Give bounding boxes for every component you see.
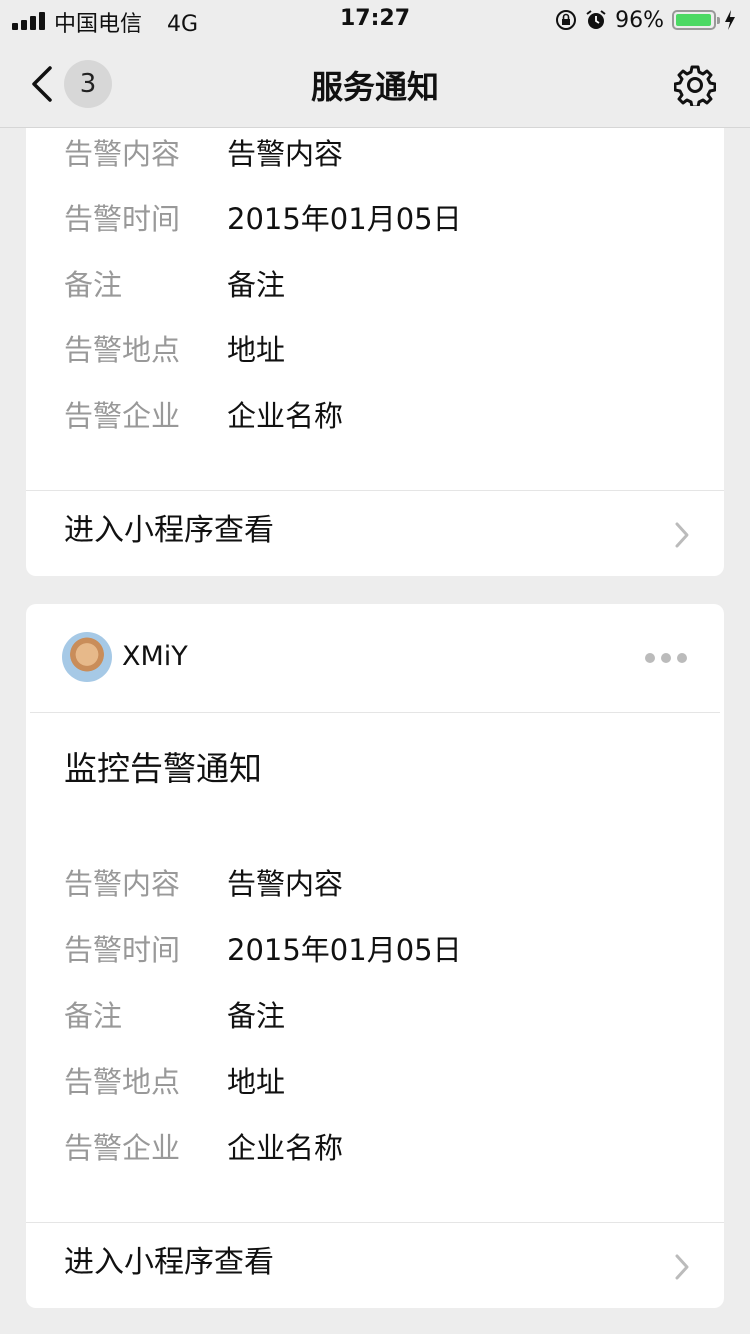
battery-fill: [676, 14, 711, 26]
field-value: 2015年01月05日: [227, 202, 462, 236]
field-label: 告警地点: [64, 333, 181, 367]
field-value: 地址: [227, 1065, 286, 1099]
open-mini-program-link[interactable]: 进入小程序查看: [26, 1223, 724, 1308]
notice-title: 监控告警通知: [64, 749, 262, 788]
field-label: 告警内容: [64, 867, 181, 901]
link-label: 进入小程序查看: [64, 513, 274, 548]
field-label: 备注: [64, 999, 123, 1033]
field-label: 告警地点: [64, 1065, 181, 1099]
field-label: 告警内容: [64, 137, 181, 171]
field-value: 企业名称: [227, 399, 344, 433]
field-value: 地址: [227, 333, 286, 367]
battery-nub: [717, 17, 720, 24]
field-label: 告警企业: [64, 1131, 181, 1165]
open-mini-program-link[interactable]: 进入小程序查看: [26, 491, 724, 576]
chevron-right-icon: [675, 1254, 689, 1280]
field-value: 告警内容: [227, 137, 344, 171]
gear-icon[interactable]: [674, 64, 716, 106]
field-value: 备注: [227, 999, 286, 1033]
status-right: 96%: [555, 6, 736, 34]
notification-card: 告警内容 告警内容 告警时间 2015年01月05日 备注 备注 告警地点 地址…: [26, 100, 724, 576]
orientation-lock-icon: [556, 10, 577, 30]
nav-bar: 3 服务通知: [0, 40, 750, 128]
alarm-icon: [586, 10, 606, 29]
field-label: 备注: [64, 268, 123, 302]
field-label: 告警企业: [64, 399, 181, 433]
field-label: 告警时间: [64, 933, 181, 967]
charging-icon: [725, 10, 735, 30]
sender-name[interactable]: XMiY: [122, 638, 188, 676]
field-value: 2015年01月05日: [227, 933, 462, 967]
battery-icon: [672, 10, 720, 30]
notification-card: XMiY 监控告警通知 告警内容 告警内容 告警时间 2015年01月05日 备…: [26, 604, 724, 1308]
divider: [30, 712, 720, 713]
field-value: 告警内容: [227, 867, 344, 901]
avatar[interactable]: [62, 632, 112, 682]
ellipsis-icon[interactable]: [644, 652, 688, 664]
chevron-right-icon: [675, 522, 689, 548]
field-label: 告警时间: [64, 202, 181, 236]
page-title: 服务通知: [310, 68, 439, 106]
status-bar: 中国电信 4G 17:27 96%: [0, 0, 750, 40]
link-label: 进入小程序查看: [64, 1245, 274, 1280]
battery-percent: 96%: [615, 7, 664, 33]
field-value: 备注: [227, 268, 286, 302]
field-value: 企业名称: [227, 1131, 344, 1165]
